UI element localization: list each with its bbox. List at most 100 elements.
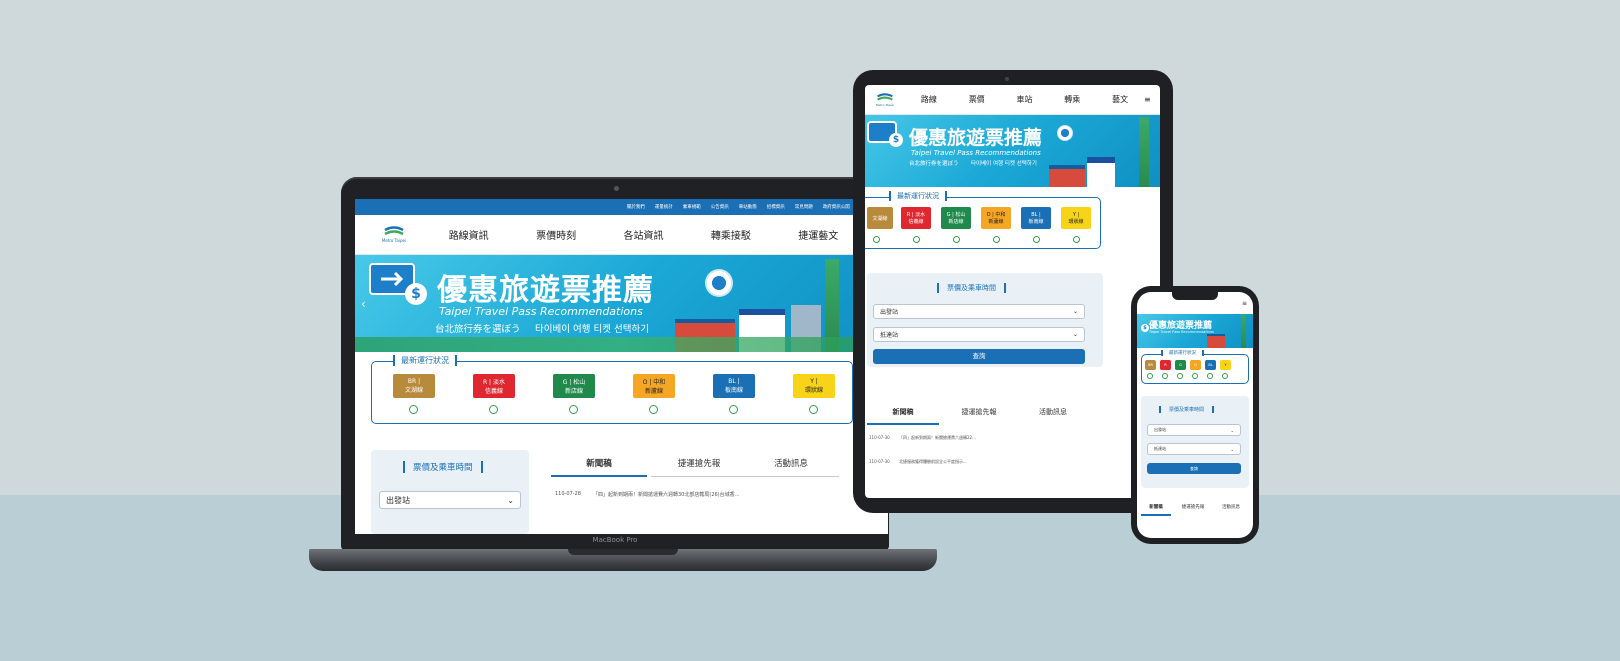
tab-events[interactable]: 活動訊息: [1017, 407, 1089, 425]
line-badge-y[interactable]: Y: [1220, 360, 1231, 370]
status-title: 最新運行狀況: [393, 355, 457, 366]
status-title: 最新運行狀況: [1161, 350, 1204, 356]
line-badge-r[interactable]: R: [1160, 360, 1171, 370]
line-badge-y[interactable]: Y | 環狀線: [793, 374, 835, 398]
nav-item-stations[interactable]: 各站資訊: [623, 227, 663, 242]
status-ok-icon: [1073, 236, 1080, 243]
status-ok-icon: [809, 405, 818, 414]
line-badge-bl[interactable]: BL | 板南線: [1021, 207, 1051, 229]
metro-logo-icon: [877, 92, 893, 101]
tab-preview[interactable]: 捷運搶先報: [1175, 504, 1211, 516]
utility-link[interactable]: 車站動態: [739, 204, 757, 210]
query-button[interactable]: 查詢: [873, 349, 1085, 364]
banner-subtitle-kr: 타이베이 여행 티켓 선택하기: [971, 161, 1037, 167]
metro-logo[interactable]: Metro Taipei: [355, 226, 425, 243]
line-badge-r[interactable]: R | 淡水 信義線: [901, 207, 931, 229]
line-name: 新蘆線: [644, 388, 663, 395]
line-code: R | 淡水: [482, 379, 505, 386]
line-code: R | 淡水: [906, 212, 926, 218]
line-badge-bl[interactable]: BL | 板南線: [713, 374, 755, 398]
line-badge-g[interactable]: G | 松山 新店線: [553, 374, 595, 398]
main-nav: Metro Taipei 路線資訊 票價時刻 各站資訊 轉乘接駁 捷運藝文: [355, 215, 888, 255]
phone-notch: [1172, 292, 1218, 300]
disc-icon: [1057, 125, 1073, 141]
line-badge-br[interactable]: 文湖線: [867, 207, 893, 229]
nav-item-arts[interactable]: 捷運藝文: [798, 227, 838, 242]
utility-link[interactable]: 公告資訊: [711, 204, 729, 210]
line-name: 環狀線: [804, 387, 823, 394]
nav-item-transfer[interactable]: 轉乘: [1064, 94, 1080, 105]
tab-events[interactable]: 活動訊息: [743, 457, 839, 477]
utility-link[interactable]: 政府資訊公開: [823, 204, 850, 210]
promo-banner[interactable]: $ 優惠旅遊票推薦 Taipei Travel Pass Recommendat…: [865, 115, 1160, 187]
line-badge-g[interactable]: G | 松山 新店線: [941, 207, 971, 229]
tab-preview[interactable]: 捷運搶先報: [651, 457, 747, 477]
laptop-screen: 關於我們 運量統計 乘車規範 公告資訊 車站動態 招標資訊 常見問題 政府資訊公…: [355, 199, 888, 534]
destination-placeholder: 抵達站: [880, 332, 899, 339]
tab-press[interactable]: 新聞稿: [1141, 504, 1171, 516]
banner-subtitle-en: Taipei Travel Pass Recommendations: [439, 305, 643, 318]
utility-link[interactable]: 乘車規範: [683, 204, 701, 210]
promo-banner[interactable]: $ 優惠旅遊票推薦 Taipei Travel Pass Recommendat…: [1137, 314, 1253, 348]
promo-banner[interactable]: $ 優惠旅遊票推薦 Taipei Travel Pass Recommendat…: [355, 255, 888, 352]
utility-link[interactable]: 關於我們: [627, 204, 645, 210]
destination-select[interactable]: 抵達站 ⌄: [1147, 443, 1241, 455]
line-name: 板南線: [1028, 218, 1044, 225]
destination-select[interactable]: 抵達站 ⌄: [873, 327, 1085, 342]
nav-item-transfer[interactable]: 轉乘接駁: [711, 227, 751, 242]
utility-bar: 關於我們 運量統計 乘車規範 公告資訊 車站動態 招標資訊 常見問題 政府資訊公…: [355, 199, 888, 215]
origin-select[interactable]: 出發站 ⌄: [873, 304, 1085, 319]
line-name: 新店線: [948, 219, 964, 225]
phone-screen: ≡ $ 優惠旅遊票推薦 Taipei Travel Pass Recommend…: [1137, 292, 1253, 538]
line-badge-br[interactable]: BR: [1145, 360, 1156, 370]
utility-link[interactable]: 運量統計: [655, 204, 673, 210]
tab-press[interactable]: 新聞稿: [551, 457, 647, 477]
news-headline[interactable]: 北捷服務獲得體驗前設全公平度指示...: [899, 459, 967, 465]
line-code: O | 中和: [642, 379, 666, 386]
utility-link[interactable]: 常見問題: [795, 204, 813, 210]
line-name: 新店線: [564, 388, 583, 395]
line-name: 新蘆線: [988, 219, 1004, 225]
greenery-illustration: [355, 337, 888, 352]
line-badge-o[interactable]: O: [1190, 360, 1201, 370]
news-date: 110-07-28: [555, 491, 581, 497]
metro-logo[interactable]: Metro Taipei: [865, 92, 905, 107]
origin-select[interactable]: 出發站 ⌄: [379, 491, 521, 509]
tab-events[interactable]: 活動訊息: [1215, 504, 1247, 516]
line-name: 信義線: [484, 388, 503, 395]
line-badge-g[interactable]: G: [1175, 360, 1186, 370]
fare-title: 票價及乘車時間: [937, 283, 1006, 293]
status-ok-icon: [649, 405, 658, 414]
origin-placeholder: 出發站: [1154, 427, 1166, 432]
banner-title: 優惠旅遊票推薦: [437, 273, 654, 308]
nav-item-stations[interactable]: 車站: [1016, 94, 1032, 105]
fare-title: 票價及乘車時間: [1159, 406, 1215, 413]
nav-item-fares[interactable]: 票價: [969, 94, 985, 105]
news-headline[interactable]: 「四」起新到期兩！新聞搶運費六週轉22...: [899, 435, 976, 441]
chevron-down-icon: ⌄: [1230, 446, 1234, 452]
nav-item-routes[interactable]: 路線: [921, 94, 937, 105]
temple-illustration: [1207, 334, 1225, 348]
tab-press[interactable]: 新聞稿: [867, 407, 939, 425]
line-badge-r[interactable]: R | 淡水 信義線: [473, 374, 515, 398]
utility-link[interactable]: 招標資訊: [767, 204, 785, 210]
line-badge-o[interactable]: O | 中和 新蘆線: [981, 207, 1011, 229]
line-code: G | 松山: [946, 212, 966, 218]
line-badge-y[interactable]: Y | 環狀線: [1061, 207, 1091, 229]
menu-icon[interactable]: ≡: [1137, 300, 1253, 314]
destination-placeholder: 抵達站: [1154, 446, 1166, 451]
query-button[interactable]: 查詢: [1147, 463, 1241, 474]
line-name: 文湖線: [404, 387, 423, 394]
line-badge-o[interactable]: O | 中和 新蘆線: [633, 374, 675, 398]
line-badge-bl[interactable]: BL: [1205, 360, 1216, 370]
line-badge-br[interactable]: BR | 文湖線: [393, 374, 435, 398]
news-headline[interactable]: 「四」起新到期兩！新聞搶運費六週轉30北部店轄局(26)台城香...: [593, 491, 739, 498]
menu-icon[interactable]: ≡: [1144, 95, 1160, 104]
nav-item-routes[interactable]: 路線資訊: [449, 227, 489, 242]
carousel-prev-icon[interactable]: ‹: [361, 297, 366, 311]
tab-preview[interactable]: 捷運搶先報: [943, 407, 1015, 425]
origin-select[interactable]: 出發站 ⌄: [1147, 424, 1241, 436]
nav-item-arts[interactable]: 藝文: [1112, 94, 1128, 105]
nav-item-fares[interactable]: 票價時刻: [536, 227, 576, 242]
line-name: 信義線: [908, 219, 924, 225]
